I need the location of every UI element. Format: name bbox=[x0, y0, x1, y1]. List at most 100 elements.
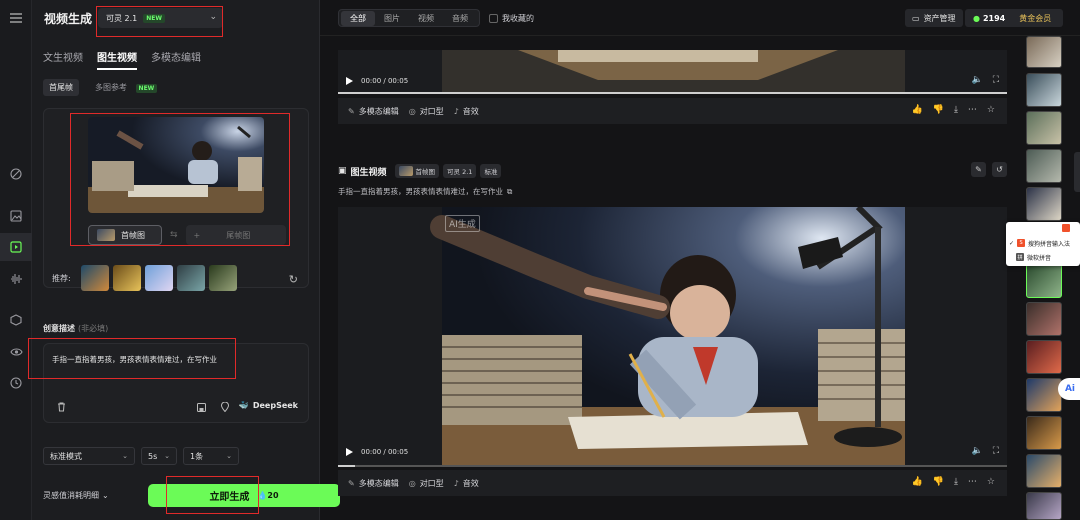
recommend-thumb[interactable] bbox=[208, 265, 237, 291]
filter-audio[interactable]: 音频 bbox=[443, 11, 477, 26]
video-progress-fill bbox=[338, 92, 1007, 94]
history-thumb[interactable] bbox=[1026, 492, 1062, 520]
history-thumb[interactable] bbox=[1026, 149, 1062, 183]
asset-management-button[interactable]: ▭ 资产管理 bbox=[905, 9, 963, 27]
sound-fx-label: 音效 bbox=[462, 106, 479, 116]
lip-sync-button[interactable]: ◎ 对口型 bbox=[409, 478, 444, 489]
eye-icon[interactable] bbox=[8, 344, 24, 360]
history-thumb[interactable] bbox=[1026, 378, 1062, 412]
history-thumb[interactable] bbox=[1026, 340, 1062, 374]
count-select[interactable]: 1条 ⌄ bbox=[183, 447, 239, 465]
history-thumb-selected[interactable] bbox=[1026, 264, 1062, 298]
thumbs-down-icon[interactable]: 👎 bbox=[933, 105, 944, 115]
chip-first-frame[interactable]: 首帧图 bbox=[394, 164, 440, 178]
duration-select[interactable]: 5s ⌄ bbox=[141, 447, 177, 465]
star-icon[interactable]: ☆ bbox=[987, 477, 995, 487]
ai-assistant-button[interactable]: Ai bbox=[1058, 378, 1080, 400]
multimodal-edit-button[interactable]: ✎ 多模态编辑 bbox=[348, 106, 399, 117]
filter-videos[interactable]: 视频 bbox=[409, 11, 443, 26]
recommend-thumb[interactable] bbox=[112, 265, 141, 291]
sound-fx-button[interactable]: ♪ 音效 bbox=[454, 106, 479, 117]
image-icon[interactable] bbox=[8, 208, 24, 224]
membership-pill[interactable]: ● 2194 黄金会员 bbox=[965, 9, 1063, 27]
menu-icon[interactable] bbox=[8, 10, 24, 26]
image-edit-icon[interactable] bbox=[8, 166, 24, 182]
card-title: 图生视频 bbox=[350, 167, 387, 178]
video-time: 00:00 / 00:05 bbox=[361, 77, 409, 85]
deepseek-toggle[interactable]: 🐳 DeepSeek bbox=[239, 401, 298, 410]
thumbs-up-icon[interactable]: 👍 bbox=[912, 477, 923, 487]
ime-option-microsoft[interactable]: 拼 微软拼音 bbox=[1016, 251, 1051, 263]
video-player-1[interactable]: 00:00 / 00:05 🔈 ⛶ bbox=[338, 50, 1007, 94]
generate-button[interactable]: 立即生成 💧20 bbox=[148, 484, 340, 507]
video-progress[interactable] bbox=[338, 465, 1007, 467]
description-text[interactable]: 手指一直指着男孩，男孩表情表情难过，在写作业 bbox=[52, 354, 217, 365]
subtab-first-last-frame[interactable]: 首尾帧 bbox=[43, 79, 79, 96]
play-icon[interactable] bbox=[346, 77, 353, 85]
cube-icon[interactable] bbox=[8, 312, 24, 328]
filter-all[interactable]: 全部 bbox=[341, 10, 375, 26]
swap-icon[interactable]: ⇆ bbox=[170, 230, 178, 240]
edit-icon[interactable]: ✎ bbox=[971, 162, 986, 177]
model-select-value: 可灵 2.1 bbox=[106, 13, 138, 23]
first-frame-thumb bbox=[97, 229, 115, 241]
history-icon[interactable] bbox=[8, 375, 24, 391]
regenerate-icon[interactable]: ↺ bbox=[992, 162, 1007, 177]
history-thumb[interactable] bbox=[1026, 416, 1062, 450]
lip-sync-button[interactable]: ◎ 对口型 bbox=[409, 106, 444, 117]
first-frame-button[interactable]: 首帧图 bbox=[88, 225, 162, 245]
video-icon[interactable] bbox=[0, 233, 32, 261]
history-thumb[interactable] bbox=[1026, 73, 1062, 107]
history-thumb[interactable] bbox=[1026, 111, 1062, 145]
history-thumb[interactable] bbox=[1026, 454, 1062, 488]
subtab-multi-image-ref[interactable]: 多图参考 NEW bbox=[89, 79, 163, 96]
fullscreen-icon[interactable]: ⛶ bbox=[993, 446, 999, 456]
cost-info-dropdown[interactable]: 灵感值消耗明细 ⌄ bbox=[43, 490, 109, 501]
location-icon[interactable] bbox=[218, 400, 232, 414]
more-icon[interactable]: ⋯ bbox=[968, 105, 977, 115]
tab-image-to-video[interactable]: 图生视频 bbox=[97, 49, 137, 70]
history-thumb[interactable] bbox=[1026, 36, 1062, 68]
history-thumb[interactable] bbox=[1026, 302, 1062, 336]
collapse-handle[interactable] bbox=[1074, 152, 1080, 192]
refresh-icon[interactable]: ↻ bbox=[289, 273, 298, 286]
credit-drop-icon: ● bbox=[973, 13, 980, 23]
download-icon[interactable]: ⤓ bbox=[954, 105, 958, 115]
recommend-thumb[interactable] bbox=[80, 265, 109, 291]
sound-fx-button[interactable]: ♪ 音效 bbox=[454, 478, 479, 489]
card-prompt: 手指一直指着男孩，男孩表情表情难过，在写作业 ⧉ bbox=[338, 186, 512, 197]
first-frame-preview[interactable] bbox=[88, 117, 264, 213]
thumbs-down-icon[interactable]: 👎 bbox=[933, 477, 944, 487]
video-player-2[interactable]: AI生成 00:00 / 00:05 🔈 ⛶ bbox=[338, 207, 1007, 467]
more-icon[interactable]: ⋯ bbox=[968, 477, 977, 487]
recommend-thumb[interactable] bbox=[176, 265, 205, 291]
audio-icon[interactable] bbox=[8, 271, 24, 287]
ime-option-sogou[interactable]: ✓ S 搜狗拼音输入法 bbox=[1009, 237, 1070, 249]
volume-icon[interactable]: 🔈 bbox=[971, 446, 982, 456]
volume-icon[interactable]: 🔈 bbox=[971, 75, 982, 85]
save-icon[interactable] bbox=[194, 400, 208, 414]
last-frame-button[interactable]: + 尾帧图 bbox=[185, 225, 286, 245]
tab-text-to-video[interactable]: 文生视频 bbox=[43, 49, 83, 64]
tab-multimodal-edit[interactable]: 多模态编辑 bbox=[151, 49, 201, 64]
favorites-checkbox[interactable] bbox=[489, 14, 498, 23]
play-icon[interactable] bbox=[346, 448, 353, 456]
recommend-thumb[interactable] bbox=[144, 265, 173, 291]
video-progress-fill bbox=[338, 465, 355, 467]
description-label: 创意描述 (非必填) bbox=[43, 323, 108, 334]
video-progress[interactable] bbox=[338, 92, 1007, 94]
multimodal-edit-button[interactable]: ✎ 多模态编辑 bbox=[348, 478, 399, 489]
thumbs-up-icon[interactable]: 👍 bbox=[912, 105, 923, 115]
plus-icon: + bbox=[193, 230, 201, 240]
description-input[interactable]: 手指一直指着男孩，男孩表情表情难过，在写作业 🐳 DeepSeek bbox=[43, 343, 309, 423]
fullscreen-icon[interactable]: ⛶ bbox=[993, 75, 999, 85]
history-thumb[interactable] bbox=[1026, 187, 1062, 221]
filter-images[interactable]: 图片 bbox=[375, 11, 409, 26]
star-icon[interactable]: ☆ bbox=[987, 105, 995, 115]
download-icon[interactable]: ⤓ bbox=[954, 477, 958, 487]
mode-select[interactable]: 标准模式 ⌄ bbox=[43, 447, 135, 465]
trash-icon[interactable] bbox=[54, 400, 68, 414]
favorites-filter[interactable]: 我收藏的 bbox=[489, 13, 534, 24]
copy-icon[interactable]: ⧉ bbox=[507, 187, 512, 197]
model-select[interactable]: 可灵 2.1 NEW ⌄ bbox=[98, 8, 223, 28]
